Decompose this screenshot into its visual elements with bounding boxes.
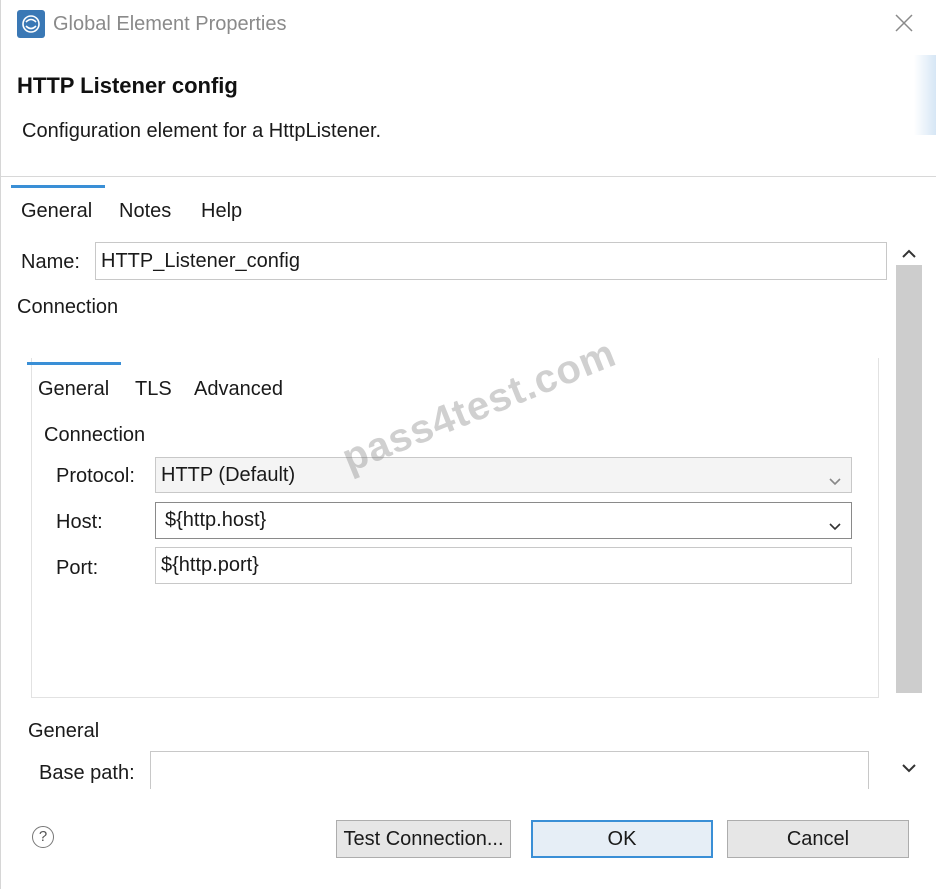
scrollbar-thumb[interactable] — [896, 265, 922, 693]
chevron-down-icon[interactable] — [827, 512, 843, 531]
protocol-label: Protocol: — [56, 465, 135, 487]
inner-tab-general[interactable]: General — [38, 378, 109, 401]
name-input[interactable]: HTTP_Listener_config — [95, 242, 887, 280]
cancel-button[interactable]: Cancel — [727, 820, 909, 858]
window-edge-decoration — [914, 55, 936, 135]
chevron-down-icon[interactable] — [827, 467, 843, 486]
inner-tab-tls[interactable]: TLS — [135, 378, 172, 401]
help-icon[interactable]: ? — [32, 826, 54, 848]
connection-section-label: Connection — [17, 296, 119, 318]
port-label: Port: — [56, 557, 99, 579]
test-connection-button[interactable]: Test Connection... — [336, 820, 511, 858]
header-divider — [1, 176, 936, 177]
chevron-up-icon[interactable] — [898, 243, 920, 265]
inner-tab-advanced[interactable]: Advanced — [194, 378, 283, 401]
host-label: Host: — [56, 511, 103, 533]
config-description: Configuration element for a HttpListener… — [22, 120, 382, 142]
active-tab-indicator — [11, 185, 105, 188]
inner-active-tab-indicator — [27, 362, 121, 365]
global-element-properties-dialog: Global Element Properties HTTP Listener … — [0, 0, 936, 889]
anypoint-studio-icon — [17, 10, 45, 38]
window-title: Global Element Properties — [53, 13, 287, 35]
config-title: HTTP Listener config — [17, 73, 238, 98]
connection-group-label: Connection — [44, 424, 146, 446]
port-input[interactable]: ${http.port} — [155, 547, 852, 584]
protocol-value: HTTP (Default) — [161, 464, 296, 486]
chevron-down-icon[interactable] — [898, 757, 920, 779]
close-icon[interactable] — [889, 8, 919, 38]
protocol-select[interactable]: HTTP (Default) — [155, 457, 852, 493]
name-label: Name: — [21, 251, 80, 273]
ok-button[interactable]: OK — [531, 820, 713, 858]
host-value: ${http.host} — [165, 509, 267, 531]
tab-general[interactable]: General — [21, 200, 92, 223]
base-path-label: Base path: — [39, 762, 135, 784]
host-combo[interactable]: ${http.host} — [155, 502, 852, 539]
tab-notes[interactable]: Notes — [119, 200, 171, 223]
tab-help[interactable]: Help — [201, 200, 242, 223]
title-bar: Global Element Properties — [1, 0, 936, 50]
base-path-input[interactable] — [150, 751, 869, 789]
general-section-label: General — [28, 720, 100, 742]
